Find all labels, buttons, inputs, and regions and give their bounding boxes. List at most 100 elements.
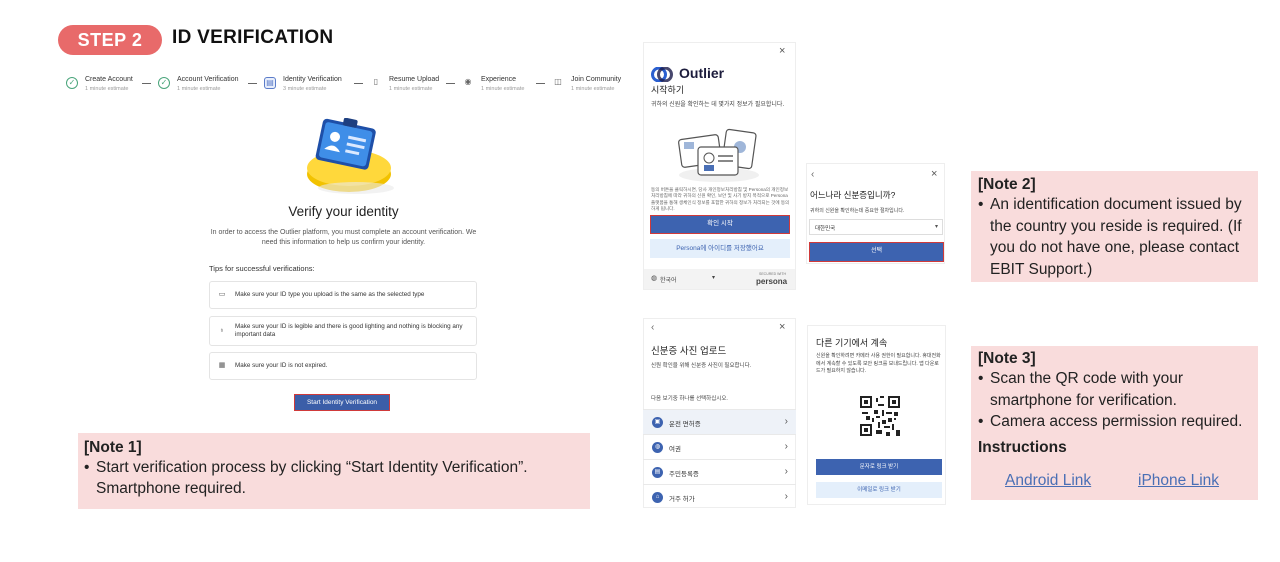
step-estimate: 1 minute estimate <box>481 86 525 92</box>
step-label: Resume Upload <box>389 76 440 83</box>
note-line: • Scan the QR code with your smartphone … <box>978 368 1251 411</box>
step-estimate: 1 minute estimate <box>571 86 615 92</box>
note-text: Smartphone required. <box>96 480 246 497</box>
step-connector <box>142 83 151 84</box>
note-text: An identification document issued by the… <box>990 196 1242 278</box>
language-select[interactable]: 한국어 <box>660 275 677 284</box>
iphone-link[interactable]: iPhone Link <box>1138 472 1219 490</box>
step-label: Identity Verification <box>283 76 342 83</box>
back-icon[interactable]: ‹ <box>811 169 814 180</box>
note-title: [Note 1] <box>84 439 142 456</box>
step-label: Experience <box>481 76 517 83</box>
note-line: • Camera access permission required. <box>978 411 1251 433</box>
chevron-right-icon: › <box>784 491 788 502</box>
close-icon[interactable]: × <box>779 321 785 333</box>
instructions-heading: Instructions <box>978 438 1067 456</box>
note-3: [Note 3] • Scan the QR code with your sm… <box>971 346 1258 500</box>
id-card-icon: ▤ <box>652 467 663 478</box>
note-text: Scan the QR code with your smartphone fo… <box>990 370 1183 409</box>
chevron-right-icon: › <box>784 466 788 477</box>
calendar-icon: ▦ <box>218 362 226 369</box>
note-text: Camera access permission required. <box>990 413 1243 430</box>
step-estimate: 1 minute estimate <box>177 86 221 92</box>
email-link-button[interactable]: 이메일로 링크 받기 <box>816 482 942 498</box>
bullet: • <box>978 196 984 213</box>
outlier-logo-icon <box>651 67 673 82</box>
chevron-down-icon: ▾ <box>934 224 938 230</box>
page-title: ID VERIFICATION <box>172 27 334 48</box>
country-dropdown[interactable]: 대한민국 ▾ <box>809 219 943 235</box>
tip-text: Make sure your ID is not expired. <box>235 362 328 369</box>
choose-prompt: 다음 보기중 하나를 선택하십시오. <box>651 396 728 402</box>
documents-illustration <box>678 128 759 182</box>
country-select-panel: ‹ × 어느나라 신분증입니까? 귀하의 신원을 확인하는데 중요한 절차입니다… <box>806 163 945 264</box>
option-label: 여권 <box>669 446 681 453</box>
language-bar: ◍ 한국어 ▾ SECURED WITH persona <box>644 269 795 289</box>
note-title: [Note 2] <box>978 176 1036 193</box>
bullet: • <box>84 459 90 476</box>
saved-id-button[interactable]: Persona에 아이디를 저장했어요 <box>650 239 790 258</box>
android-link[interactable]: Android Link <box>1005 472 1091 490</box>
id-option-drivers-license[interactable]: ▣ 운전 면허증 › <box>643 409 796 434</box>
panel-subtext: 신원 확인을 위해 신분증 사진이 필요합니다. <box>651 363 752 369</box>
start-identity-verification-button[interactable]: Start Identity Verification <box>294 394 390 411</box>
tip-text: Make sure your ID is legible and there i… <box>235 323 463 338</box>
select-country-button[interactable]: 선택 <box>809 242 944 262</box>
tip-text: Make sure your ID type you upload is the… <box>235 291 425 298</box>
panel-heading: 신분증 사진 업로드 <box>651 346 727 357</box>
qr-code <box>860 396 900 436</box>
step-estimate: 1 minute estimate <box>389 86 433 92</box>
lightbulb-icon: ♁ <box>219 327 225 334</box>
globe-icon: ◍ <box>652 442 663 453</box>
another-device-panel: 다른 기기에서 계속 신원을 확인하려면 카메라 사용 권한이 필요합니다. 휴… <box>807 325 946 505</box>
panel-subtext: 신원을 확인하려면 카메라 사용 권한이 필요합니다. 휴대전화에서 계속할 수… <box>816 353 941 374</box>
note-2: [Note 2] • An identification document is… <box>971 171 1258 282</box>
panel-subtext: 귀하의 신원을 확인하는데 중요한 절차입니다. <box>810 208 905 214</box>
close-icon[interactable]: × <box>931 168 937 180</box>
tip-id-type: ▭ Make sure your ID type you upload is t… <box>209 281 477 309</box>
step-estimate: 3 minute estimate <box>283 86 327 92</box>
sms-link-button[interactable]: 문자로 링크 받기 <box>816 459 942 475</box>
panel-heading: 어느나라 신분증입니까? <box>810 190 896 200</box>
note-line: • Start verification process by clicking… <box>84 457 584 478</box>
option-label: 거주 허가 <box>669 496 695 503</box>
bullet: • <box>978 413 984 430</box>
id-option-resident-card[interactable]: ▤ 주민등록증 › <box>643 459 796 484</box>
note-1: [Note 1] • Start verification process by… <box>78 433 590 509</box>
note-text: Start verification process by clicking “… <box>96 459 528 476</box>
option-label: 운전 면허증 <box>669 421 701 428</box>
panel-intro: 귀하의 신원을 확인하는 데 몇가지 정보가 필요합니다. <box>651 102 785 108</box>
note-title: [Note 3] <box>978 350 1036 367</box>
car-icon: ▣ <box>652 417 663 428</box>
id-card-icon: ▭ <box>218 291 226 298</box>
id-card-icon: ▤ <box>264 77 276 89</box>
id-option-passport[interactable]: ◍ 여권 › <box>643 434 796 459</box>
tip-legible: ♁ Make sure your ID is legible and there… <box>209 316 477 346</box>
check-icon: ✓ <box>66 77 78 89</box>
verify-heading: Verify your identity <box>288 204 399 219</box>
step-connector <box>536 83 545 84</box>
step-connector <box>248 83 257 84</box>
brand-name: Outlier <box>679 65 725 81</box>
note-line: • An identification document issued by t… <box>978 194 1251 280</box>
step-estimate: 1 minute estimate <box>85 86 129 92</box>
panel-heading: 시작하기 <box>651 85 685 95</box>
persona-logo: persona <box>756 277 788 286</box>
house-icon: ⌂ <box>652 492 663 503</box>
chevron-down-icon[interactable]: ▾ <box>712 274 715 281</box>
eye-icon: ◉ <box>464 77 472 86</box>
close-icon[interactable]: × <box>779 45 785 57</box>
outlier-start-panel: × Outlier 시작하기 귀하의 신원을 확인하는 데 몇가지 정보가 필요… <box>643 42 796 290</box>
step-label: Account Verification <box>177 76 239 83</box>
chevron-right-icon: › <box>784 416 788 427</box>
back-icon[interactable]: ‹ <box>651 322 654 333</box>
step-label: Join Community <box>571 76 622 83</box>
id-option-residence-permit[interactable]: ⌂ 거주 허가 › <box>643 484 796 509</box>
country-value: 대한민국 <box>815 226 836 232</box>
confirm-start-button[interactable]: 확인 시작 <box>650 215 790 234</box>
bullet: • <box>978 370 984 387</box>
document-icon: ▯ <box>373 77 379 86</box>
secured-label: SECURED WITH <box>759 272 787 276</box>
consent-fine-print: 동의 버튼을 클릭하시면, 당사 개인정보처리방침 및 Persona의 개인정… <box>651 187 790 211</box>
step-badge: STEP 2 <box>58 25 162 55</box>
